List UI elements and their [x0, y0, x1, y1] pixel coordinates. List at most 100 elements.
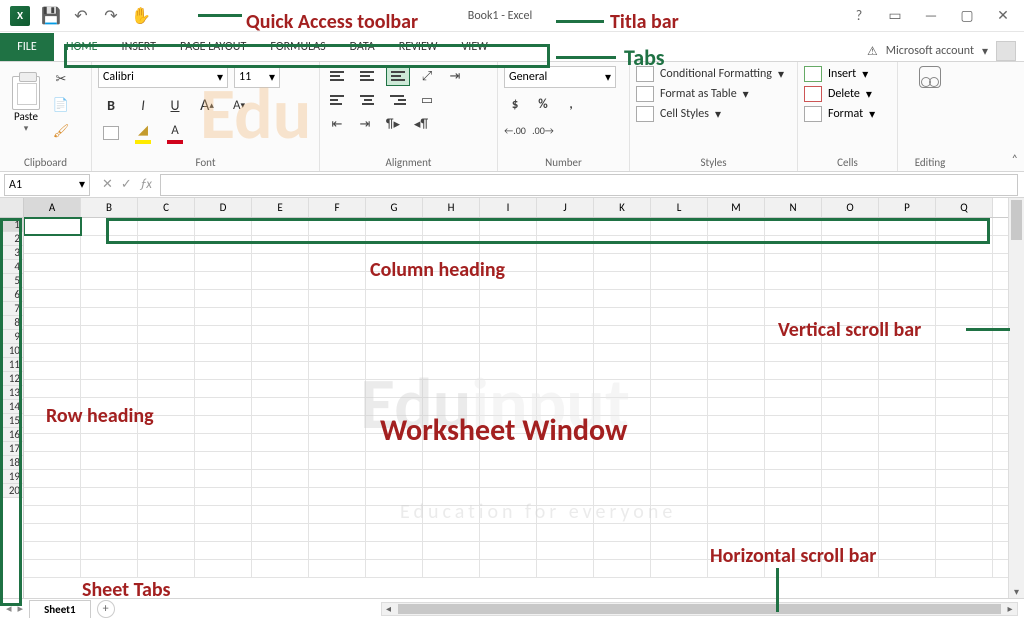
cell[interactable] [423, 452, 480, 469]
cell[interactable] [594, 290, 651, 307]
cell[interactable] [708, 488, 765, 505]
cell[interactable] [24, 416, 81, 433]
cell[interactable] [81, 236, 138, 253]
chevron-down-icon[interactable]: ▾ [217, 70, 223, 85]
cell[interactable] [936, 236, 993, 253]
scroll-thumb[interactable] [398, 604, 1001, 614]
cell[interactable] [879, 362, 936, 379]
cell[interactable] [537, 470, 594, 487]
cell[interactable] [81, 434, 138, 451]
tab-formulas[interactable]: FORMULAS [258, 33, 337, 61]
cell[interactable] [936, 434, 993, 451]
column-heading[interactable]: E [252, 198, 309, 217]
cell[interactable] [765, 308, 822, 325]
italic-button[interactable]: I [130, 94, 156, 116]
cell[interactable] [81, 398, 138, 415]
cell[interactable] [879, 308, 936, 325]
cell[interactable] [252, 272, 309, 289]
cell[interactable] [936, 362, 993, 379]
cell[interactable] [480, 416, 537, 433]
cancel-formula-icon[interactable]: ✕ [102, 177, 113, 192]
insert-cells-button[interactable]: Insert▾ [804, 66, 891, 82]
cell[interactable] [651, 470, 708, 487]
cell[interactable] [24, 362, 81, 379]
cell[interactable] [765, 326, 822, 343]
cell[interactable] [708, 506, 765, 523]
column-heading[interactable]: A [24, 198, 81, 217]
cell[interactable] [366, 542, 423, 559]
cell[interactable] [309, 452, 366, 469]
cell[interactable] [708, 434, 765, 451]
cell[interactable] [138, 344, 195, 361]
cell[interactable] [423, 398, 480, 415]
cell[interactable] [879, 416, 936, 433]
name-box[interactable]: A1▾ [4, 174, 90, 196]
cell[interactable] [138, 218, 195, 235]
cell[interactable] [651, 488, 708, 505]
fill-color-button[interactable]: ◢ [130, 122, 156, 144]
column-heading[interactable]: B [81, 198, 138, 217]
cell[interactable] [24, 398, 81, 415]
row-heading[interactable]: 18 [0, 456, 23, 470]
cell[interactable] [480, 218, 537, 235]
increase-decimal-button[interactable]: ←.00 [504, 120, 526, 140]
row-heading[interactable]: 6 [0, 288, 23, 302]
cell[interactable] [138, 560, 195, 577]
align-middle-button[interactable] [356, 66, 380, 86]
cell[interactable] [366, 470, 423, 487]
chevron-down-icon[interactable]: ▾ [24, 123, 29, 134]
row-heading[interactable]: 10 [0, 344, 23, 358]
tab-page-layout[interactable]: PAGE LAYOUT [168, 33, 258, 61]
cell[interactable] [594, 524, 651, 541]
tab-insert[interactable]: INSERT [110, 33, 168, 61]
cell[interactable] [651, 272, 708, 289]
cell[interactable] [423, 488, 480, 505]
cell[interactable] [594, 488, 651, 505]
cell[interactable] [822, 560, 879, 577]
column-heading[interactable]: K [594, 198, 651, 217]
row-heading[interactable]: 20 [0, 484, 23, 498]
cell[interactable] [309, 308, 366, 325]
cell[interactable] [822, 326, 879, 343]
ribbon-display-options-icon[interactable]: ▭ [886, 7, 904, 25]
row-heading[interactable]: 7 [0, 302, 23, 316]
cell[interactable] [594, 542, 651, 559]
cell[interactable] [765, 434, 822, 451]
cell[interactable] [195, 362, 252, 379]
cell[interactable] [822, 470, 879, 487]
cell[interactable] [81, 308, 138, 325]
cell[interactable] [594, 272, 651, 289]
vertical-scroll-bar[interactable]: ▴ ▾ [1008, 198, 1024, 598]
cell[interactable] [936, 398, 993, 415]
cell[interactable] [138, 506, 195, 523]
cell[interactable] [537, 308, 594, 325]
cell[interactable] [708, 416, 765, 433]
insert-function-icon[interactable]: ƒx [140, 177, 152, 192]
chevron-down-icon[interactable]: ▾ [269, 70, 275, 85]
wrap-text-button[interactable]: ⇥ [444, 66, 466, 86]
cell[interactable] [423, 236, 480, 253]
minimize-button[interactable]: — [922, 7, 940, 25]
cell[interactable] [195, 218, 252, 235]
cell[interactable] [879, 326, 936, 343]
cell[interactable] [651, 560, 708, 577]
cell[interactable] [423, 470, 480, 487]
cell[interactable] [480, 380, 537, 397]
cell[interactable] [537, 506, 594, 523]
cell[interactable] [936, 470, 993, 487]
cell[interactable] [81, 380, 138, 397]
cell[interactable] [708, 362, 765, 379]
align-top-button[interactable] [326, 66, 350, 86]
cell[interactable] [252, 524, 309, 541]
cell[interactable] [195, 416, 252, 433]
cell[interactable] [879, 452, 936, 469]
tab-home[interactable]: HOME [54, 33, 110, 61]
format-cells-button[interactable]: Format▾ [804, 106, 891, 122]
chevron-down-icon[interactable]: ▾ [743, 87, 749, 102]
cell[interactable] [537, 416, 594, 433]
cell[interactable] [708, 398, 765, 415]
cell[interactable] [309, 470, 366, 487]
cell[interactable] [195, 308, 252, 325]
cell[interactable] [423, 344, 480, 361]
align-center-button[interactable] [356, 90, 380, 110]
